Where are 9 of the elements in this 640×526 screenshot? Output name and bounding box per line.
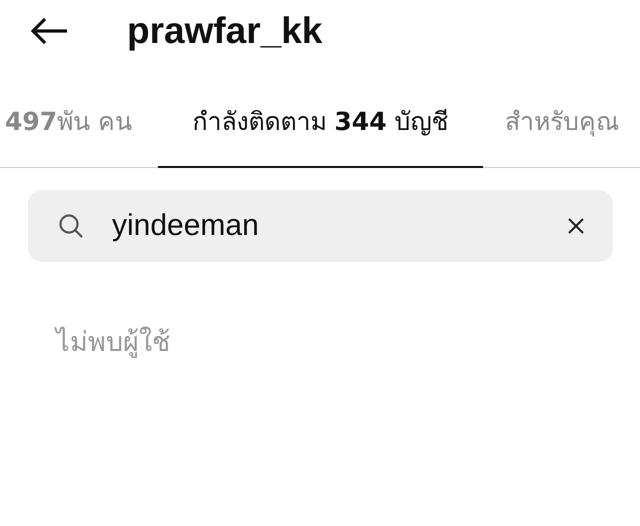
search-icon <box>58 213 84 239</box>
tab[interactable]: 497พัน คน <box>0 75 158 168</box>
profile-username: prawfar_kk <box>127 10 322 52</box>
close-icon[interactable] <box>567 217 585 235</box>
no-users-found-text: ไม่พบผู้ใช้ <box>53 326 171 360</box>
back-arrow-icon[interactable] <box>29 16 69 46</box>
search-field[interactable]: yindeeman <box>28 190 613 262</box>
tab[interactable]: กำลังติดตาม 344 บัญชี <box>158 75 483 168</box>
tab[interactable]: สำหรับคุณ <box>483 75 640 168</box>
